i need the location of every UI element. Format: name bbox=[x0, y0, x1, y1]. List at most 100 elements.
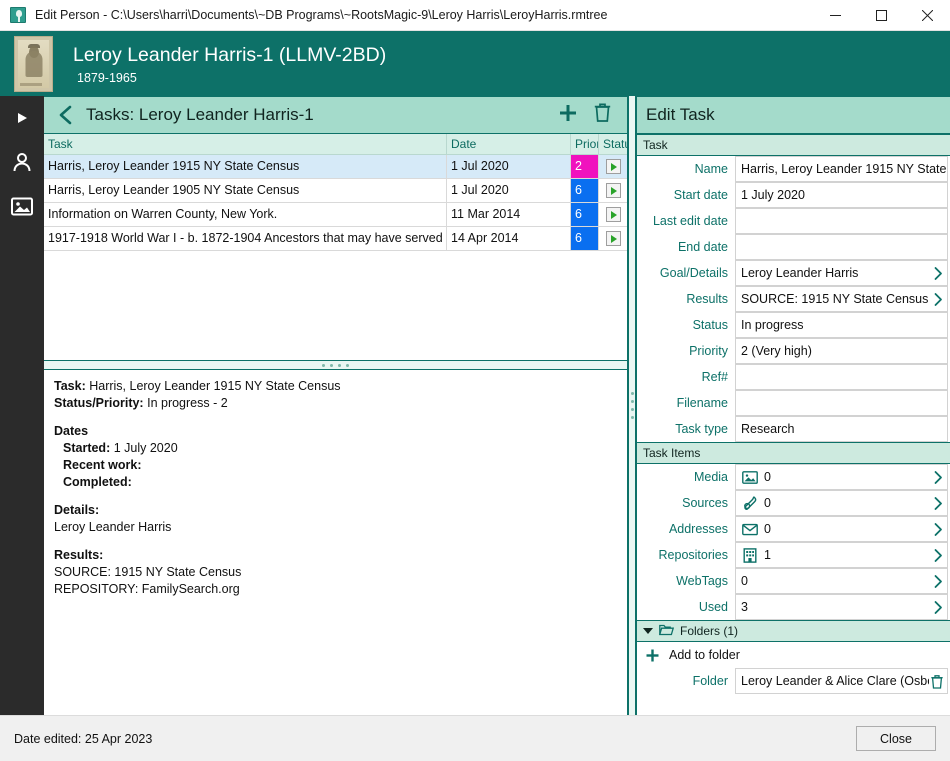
folder-icon bbox=[659, 624, 674, 639]
rail-item-person[interactable] bbox=[6, 148, 38, 176]
field-value[interactable]: Harris, Leroy Leander 1915 NY State Ce bbox=[735, 156, 948, 182]
field-value[interactable]: 2 (Very high) bbox=[735, 338, 948, 364]
detail-status-value: In progress - 2 bbox=[147, 396, 228, 410]
field-row: Last edit date bbox=[637, 208, 950, 234]
chevron-right-icon[interactable] bbox=[929, 548, 947, 563]
in-progress-icon bbox=[606, 207, 621, 222]
plus-icon bbox=[557, 102, 579, 129]
field-value[interactable] bbox=[735, 364, 948, 390]
field-label: Status bbox=[637, 312, 735, 338]
play-triangle-icon bbox=[15, 111, 29, 125]
detail-task-label: Task: bbox=[54, 379, 86, 393]
table-row[interactable]: Harris, Leroy Leander 1915 NY State Cens… bbox=[44, 155, 627, 179]
field-value[interactable] bbox=[735, 208, 948, 234]
close-button[interactable]: Close bbox=[856, 726, 936, 751]
table-row[interactable]: Information on Warren County, New York.1… bbox=[44, 203, 627, 227]
field-value[interactable]: 1 July 2020 bbox=[735, 182, 948, 208]
delete-task-button[interactable] bbox=[587, 100, 617, 130]
in-progress-icon bbox=[606, 231, 621, 246]
back-button[interactable] bbox=[52, 101, 80, 129]
person-photo[interactable] bbox=[14, 36, 53, 92]
tasks-grid-header: Task Date Prior Statu bbox=[44, 134, 627, 155]
cell-priority: 6 bbox=[571, 179, 599, 202]
task-item-label: Repositories bbox=[637, 542, 735, 568]
task-item-value[interactable]: 0 bbox=[735, 568, 948, 594]
chevron-right-icon[interactable] bbox=[929, 574, 947, 589]
field-value-text: Leroy Leander Harris bbox=[741, 266, 929, 280]
tasks-grid-body[interactable]: Harris, Leroy Leander 1915 NY State Cens… bbox=[44, 155, 627, 360]
minimize-button[interactable] bbox=[812, 0, 858, 31]
close-window-button[interactable] bbox=[904, 0, 950, 31]
detail-status-line: Status/Priority: In progress - 2 bbox=[54, 395, 617, 412]
field-row: Goal/DetailsLeroy Leander Harris bbox=[637, 260, 950, 286]
col-header-task[interactable]: Task bbox=[44, 134, 447, 154]
task-item-value[interactable]: 0 bbox=[735, 490, 948, 516]
add-task-button[interactable] bbox=[553, 100, 583, 130]
field-value[interactable]: Research bbox=[735, 416, 948, 442]
section-folders[interactable]: Folders (1) bbox=[637, 620, 950, 642]
field-value[interactable] bbox=[735, 234, 948, 260]
chevron-right-icon[interactable] bbox=[929, 266, 947, 281]
field-value[interactable]: Leroy Leander Harris bbox=[735, 260, 948, 286]
task-item-value[interactable]: 0 bbox=[735, 516, 948, 542]
detail-details-value: Leroy Leander Harris bbox=[54, 519, 617, 536]
statusbar: Date edited: 25 Apr 2023 Close bbox=[0, 715, 950, 761]
field-value-text: 1 July 2020 bbox=[741, 188, 947, 202]
vertical-splitter[interactable] bbox=[628, 96, 636, 715]
horizontal-splitter[interactable] bbox=[44, 360, 627, 370]
window-controls bbox=[812, 0, 950, 31]
plus-icon bbox=[645, 648, 660, 663]
field-value-text: Research bbox=[741, 422, 947, 436]
cell-status[interactable] bbox=[599, 203, 627, 226]
add-to-folder-button[interactable]: Add to folder bbox=[637, 642, 950, 668]
field-row: Status In progress bbox=[637, 312, 950, 338]
field-value-text: In progress bbox=[741, 318, 947, 332]
table-row[interactable]: 1917-1918 World War I - b. 1872-1904 Anc… bbox=[44, 227, 627, 251]
chevron-right-icon[interactable] bbox=[929, 292, 947, 307]
field-label: Filename bbox=[637, 390, 735, 416]
chevron-right-icon[interactable] bbox=[929, 522, 947, 537]
col-header-priority[interactable]: Prior bbox=[571, 134, 599, 154]
cell-status[interactable] bbox=[599, 179, 627, 202]
field-row: NameHarris, Leroy Leander 1915 NY State … bbox=[637, 156, 950, 182]
cell-task: Harris, Leroy Leander 1915 NY State Cens… bbox=[44, 155, 447, 178]
chevron-down-icon bbox=[643, 628, 653, 634]
detail-recent-line: Recent work: bbox=[54, 457, 617, 474]
cell-date: 1 Jul 2020 bbox=[447, 155, 571, 178]
remove-folder-trash-icon[interactable] bbox=[929, 674, 945, 689]
field-value[interactable] bbox=[735, 390, 948, 416]
task-item-value[interactable]: 1 bbox=[735, 542, 948, 568]
cell-task: Harris, Leroy Leander 1905 NY State Cens… bbox=[44, 179, 447, 202]
detail-completed-label: Completed: bbox=[63, 475, 132, 489]
field-value[interactable]: In progress bbox=[735, 312, 948, 338]
field-row: Ref# bbox=[637, 364, 950, 390]
detail-task-value: Harris, Leroy Leander 1915 NY State Cens… bbox=[89, 379, 340, 393]
person-name-block: Leroy Leander Harris-1 (LLMV-2BD) 1879-1… bbox=[73, 43, 386, 85]
cell-status[interactable] bbox=[599, 155, 627, 178]
cell-date: 14 Apr 2014 bbox=[447, 227, 571, 250]
col-header-status[interactable]: Statu bbox=[599, 134, 627, 154]
person-lifespan: 1879-1965 bbox=[77, 71, 386, 85]
rail-item-media[interactable] bbox=[6, 192, 38, 220]
chevron-right-icon[interactable] bbox=[929, 496, 947, 511]
field-label: Start date bbox=[637, 182, 735, 208]
chevron-right-icon[interactable] bbox=[929, 470, 947, 485]
folder-field-value[interactable]: Leroy Leander & Alice Clare (Osberg bbox=[735, 668, 948, 694]
col-header-date[interactable]: Date bbox=[447, 134, 571, 154]
task-item-count: 0 bbox=[764, 496, 929, 510]
task-item-value[interactable]: 0 bbox=[735, 464, 948, 490]
field-value-text: 2 (Very high) bbox=[741, 344, 947, 358]
table-row[interactable]: Harris, Leroy Leander 1905 NY State Cens… bbox=[44, 179, 627, 203]
cell-task: Information on Warren County, New York. bbox=[44, 203, 447, 226]
person-header: Leroy Leander Harris-1 (LLMV-2BD) 1879-1… bbox=[0, 31, 950, 96]
person-icon bbox=[11, 151, 33, 173]
folder-field-row: Folder Leroy Leander & Alice Clare (Osbe… bbox=[637, 668, 950, 694]
field-value[interactable]: SOURCE: 1915 NY State Census... bbox=[735, 286, 948, 312]
rail-item-play[interactable] bbox=[6, 104, 38, 132]
task-item-value[interactable]: 3 bbox=[735, 594, 948, 620]
section-task: Task bbox=[637, 134, 950, 156]
cell-status[interactable] bbox=[599, 227, 627, 250]
person-title: Leroy Leander Harris-1 (LLMV-2BD) bbox=[73, 43, 386, 67]
chevron-right-icon[interactable] bbox=[929, 600, 947, 615]
maximize-button[interactable] bbox=[858, 0, 904, 31]
